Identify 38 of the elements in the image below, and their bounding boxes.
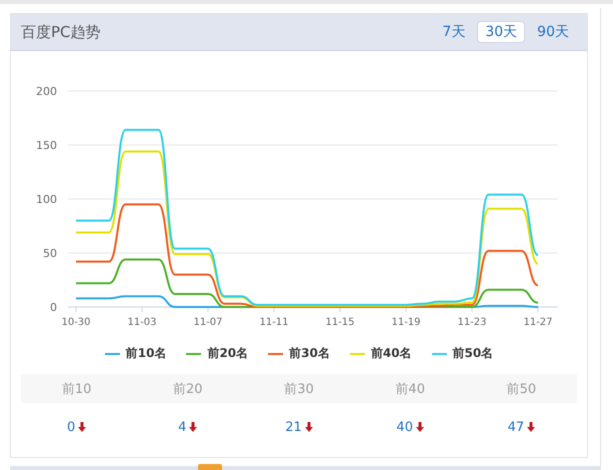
x-axis-label: 11-19 [391,317,421,328]
legend-label: 前50名 [452,345,494,362]
y-axis-label: 200 [36,85,57,98]
legend-item[interactable]: 前30名 [268,345,330,362]
legend-item[interactable]: 前50名 [432,345,494,362]
y-axis-label: 50 [43,247,57,260]
range-tab[interactable]: 90天 [529,21,577,43]
rank-count: 0 [66,420,76,434]
legend-label: 前20名 [207,345,248,362]
x-axis-label: 11-23 [457,317,487,328]
rank-count: 4 [178,420,186,434]
legend-label: 前30名 [289,345,330,362]
y-axis-label: 0 [50,301,57,314]
x-axis-label: 11-11 [259,317,289,328]
x-axis-label: 11-07 [193,317,223,328]
column-header: 前20 [132,374,244,403]
x-axis-label: 11-27 [523,317,553,328]
x-axis-label: 10-30 [61,317,91,328]
y-axis-label: 150 [36,139,57,152]
legend-item[interactable]: 前40名 [350,345,412,362]
x-axis-label: 11-15 [325,317,355,328]
rank-count: 40 [396,420,413,434]
legend-label: 前10名 [126,345,166,362]
rank-count: 21 [285,420,302,434]
column-header: 前40 [354,374,466,403]
x-axis-label: 11-03 [127,317,157,328]
tab-marker [198,464,222,470]
column-header: 前30 [243,374,355,403]
legend-item[interactable]: 前10名 [104,345,166,362]
range-tab[interactable]: 30天 [477,21,526,43]
range-tab[interactable]: 7天 [434,21,474,43]
column-header: 前50 [466,374,577,403]
column-header: 前10 [21,374,132,403]
legend-item[interactable]: 前20名 [186,345,248,362]
y-axis-label: 100 [36,193,57,206]
panel-title: 百度PC趋势 [21,22,101,42]
legend-label: 前40名 [370,345,412,362]
rank-count: 47 [508,420,524,434]
